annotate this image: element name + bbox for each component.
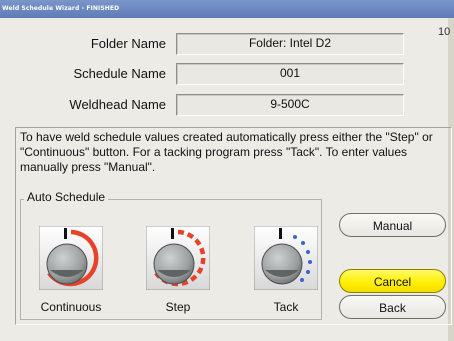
window-title: Weld Schedule Wizard - FINISHED xyxy=(0,0,454,18)
back-button[interactable]: Back xyxy=(339,295,446,319)
auto-schedule-legend: Auto Schedule xyxy=(24,190,109,204)
schedule-name-field: 001 xyxy=(176,63,404,85)
continuous-label: Continuous xyxy=(40,300,102,314)
continuous-button[interactable] xyxy=(38,225,104,291)
weldhead-name-field: 9-500C xyxy=(176,94,404,116)
tack-button[interactable] xyxy=(253,225,319,291)
tack-dial-icon xyxy=(253,225,319,291)
instructions-text: To have weld schedule values created aut… xyxy=(20,130,433,174)
folder-name-field: Folder: Intel D2 xyxy=(176,33,404,55)
corner-number: 10 xyxy=(438,26,451,38)
step-label: Step xyxy=(165,300,191,314)
continuous-dial-icon xyxy=(38,225,104,291)
folder-name-label: Folder Name xyxy=(90,36,166,51)
schedule-name-label: Schedule Name xyxy=(73,66,167,81)
cancel-button[interactable]: Cancel xyxy=(339,269,446,293)
manual-button[interactable]: Manual xyxy=(339,213,446,237)
step-dial-icon xyxy=(145,225,211,291)
step-button[interactable] xyxy=(145,225,211,291)
tack-label: Tack xyxy=(273,300,299,314)
weldhead-name-label: Weldhead Name xyxy=(69,97,166,112)
